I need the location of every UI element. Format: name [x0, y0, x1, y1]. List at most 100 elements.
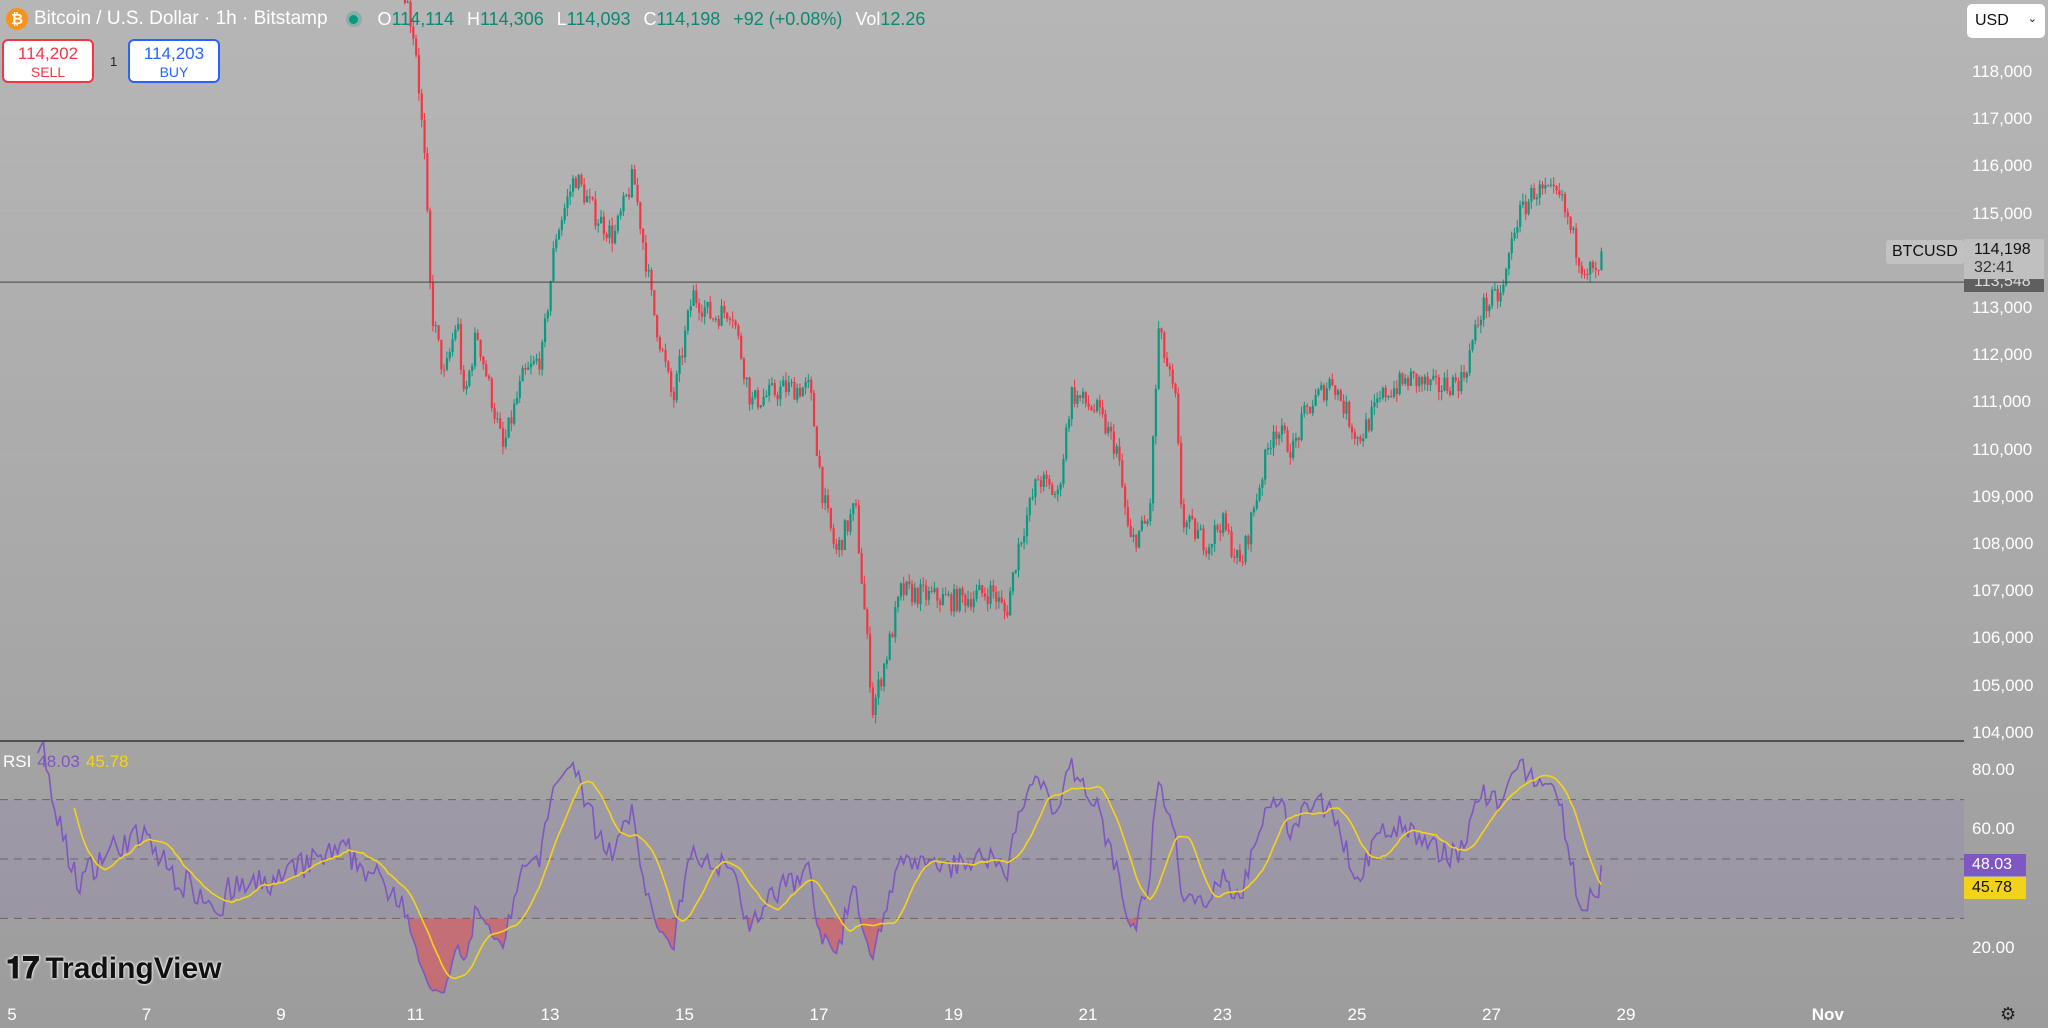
candle	[585, 196, 589, 203]
symbol-title[interactable]: Bitcoin / U.S. Dollar · 1h · Bitstamp	[34, 8, 328, 30]
candle	[496, 418, 499, 420]
candle	[1485, 297, 1488, 312]
candle	[1252, 508, 1256, 513]
candle	[546, 311, 549, 319]
candle	[619, 211, 622, 216]
candle	[437, 325, 440, 340]
candle	[877, 679, 880, 698]
candle	[1586, 274, 1589, 276]
candle	[1261, 479, 1264, 488]
candle	[476, 332, 479, 340]
candle	[681, 355, 684, 358]
candle	[838, 539, 841, 550]
candle	[1398, 373, 1401, 395]
candle	[1202, 528, 1205, 551]
bar-countdown: 32:41	[1974, 259, 2015, 276]
candle	[1350, 426, 1354, 433]
candle	[1549, 184, 1553, 186]
candle	[485, 364, 488, 377]
candle	[793, 381, 796, 400]
symbol-header: ₿ Bitcoin / U.S. Dollar · 1h · Bitstamp …	[6, 6, 925, 32]
candle	[524, 368, 527, 370]
candle	[1258, 487, 1261, 501]
candle	[849, 514, 852, 532]
candle	[1594, 267, 1597, 270]
candle	[728, 318, 732, 320]
chart-canvas[interactable]	[0, 0, 2048, 1028]
candle	[784, 380, 788, 392]
candle	[1468, 350, 1471, 374]
candle	[1289, 451, 1292, 458]
candle	[967, 599, 970, 606]
candle	[1513, 232, 1516, 239]
candle	[860, 553, 863, 584]
candle	[1250, 512, 1253, 545]
candle	[1255, 500, 1258, 509]
candle	[538, 358, 541, 370]
candle	[633, 169, 636, 185]
currency-select[interactable]: USD ⌄	[1967, 4, 2045, 38]
candle	[1154, 388, 1158, 437]
candle	[740, 335, 743, 359]
candle	[549, 281, 552, 312]
candle	[773, 383, 776, 395]
candle	[1432, 375, 1435, 380]
candle	[1269, 447, 1272, 449]
time-tick-label: 5	[7, 1005, 17, 1024]
candle	[989, 585, 992, 604]
candle	[922, 584, 925, 586]
candle	[459, 323, 463, 370]
candle	[1440, 390, 1443, 392]
candle	[731, 319, 734, 321]
candle	[543, 318, 547, 342]
candle	[1168, 366, 1172, 370]
candle	[1199, 528, 1202, 530]
candle	[880, 679, 883, 687]
candle	[507, 417, 510, 438]
candle	[1600, 251, 1603, 271]
price-tick-label: 116,000	[1972, 156, 2033, 176]
tradingview-logo[interactable]: 𝟏𝟕 TradingView	[6, 952, 222, 986]
candle	[1283, 425, 1286, 431]
candle	[560, 220, 563, 231]
candle	[812, 393, 816, 427]
order-quantity[interactable]: 1	[110, 54, 117, 69]
candle	[429, 210, 432, 283]
candle	[1224, 513, 1228, 530]
grid	[0, 71, 1964, 734]
buy-button[interactable]: 114,203 BUY	[128, 39, 220, 83]
rsi-legend[interactable]: RSI 48.03 45.78	[3, 752, 128, 772]
candle	[1381, 387, 1384, 398]
sell-button[interactable]: 114,202 SELL	[2, 39, 94, 83]
candle	[1465, 373, 1469, 378]
candle	[1367, 419, 1370, 431]
candle	[1390, 395, 1393, 397]
candle	[902, 583, 905, 595]
candle	[1121, 460, 1124, 487]
candle	[1095, 400, 1099, 412]
candle	[953, 589, 956, 612]
candle	[1109, 426, 1113, 432]
candle	[1213, 525, 1216, 544]
candle	[1331, 379, 1334, 386]
candle	[1191, 516, 1194, 519]
candle	[759, 405, 762, 408]
time-tick-label: 19	[944, 1005, 963, 1024]
rsi-tick-label: 80.00	[1972, 760, 2015, 779]
candle	[566, 196, 569, 209]
candle	[1446, 377, 1449, 391]
candle	[1180, 443, 1183, 505]
candle	[501, 428, 505, 447]
candle	[1294, 437, 1298, 441]
candle	[1208, 547, 1211, 554]
candle	[622, 195, 625, 212]
candle	[941, 593, 945, 605]
settings-gear-icon[interactable]: ⚙	[2000, 1004, 2016, 1025]
candle	[796, 387, 799, 400]
candle	[939, 600, 942, 605]
candle	[754, 390, 757, 398]
candle	[807, 379, 810, 382]
candle	[1031, 496, 1034, 499]
candle	[1275, 431, 1278, 439]
market-status-icon	[345, 11, 362, 27]
